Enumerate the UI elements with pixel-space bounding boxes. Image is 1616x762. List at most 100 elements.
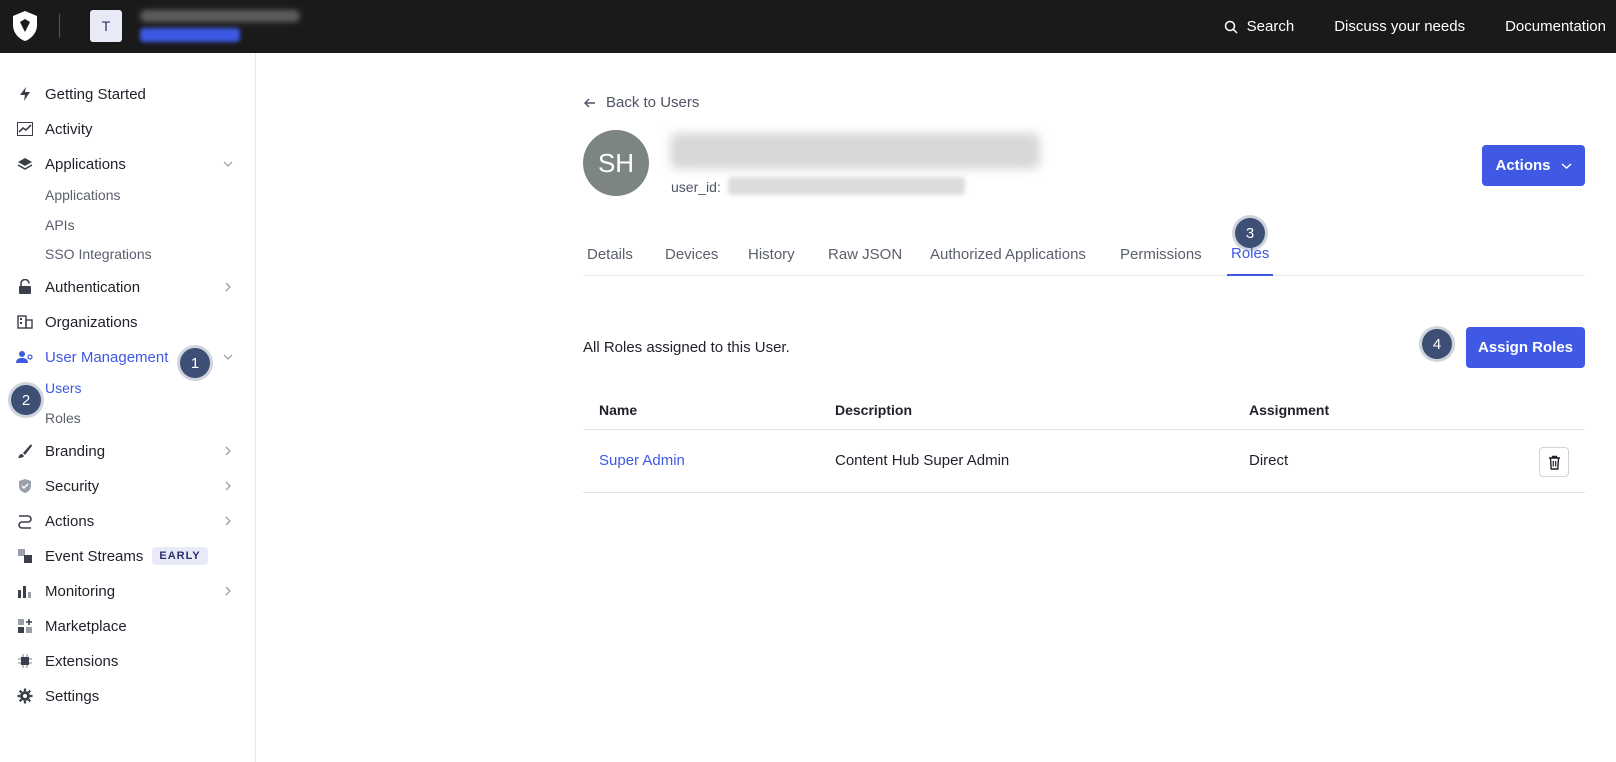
sidebar-item-label: Activity [45, 120, 93, 138]
shield-icon [16, 477, 34, 495]
sidebar-item-label: User Management [45, 348, 169, 366]
trash-icon [1548, 455, 1560, 470]
sidebar-sub-sso-integrations[interactable]: SSO Integrations [45, 243, 152, 265]
bar-chart-icon [16, 582, 34, 600]
chevron-down-icon [1561, 162, 1571, 169]
step-marker-1: 1 [180, 348, 210, 378]
documentation-link[interactable]: Documentation [1505, 18, 1606, 35]
early-badge: EARLY [152, 547, 208, 565]
tab-permissions[interactable]: Permissions [1116, 233, 1206, 276]
sidebar-item-label: Monitoring [45, 582, 116, 600]
arrow-left-icon [584, 98, 595, 107]
tab-roles[interactable]: Roles [1227, 233, 1274, 276]
step-marker-4: 4 [1422, 329, 1452, 359]
sidebar-item-label: Actions [45, 512, 95, 530]
chevron-right-icon [225, 282, 231, 292]
top-bar: T Search Discuss your needs Documentatio… [0, 0, 1616, 53]
bolt-icon [16, 85, 34, 103]
column-header-assignment: Assignment [1249, 402, 1330, 418]
actions-dropdown-button[interactable]: Actions [1482, 145, 1585, 186]
chip-icon [16, 652, 34, 670]
sidebar-sub-roles[interactable]: Roles [45, 407, 81, 429]
search-icon [1224, 20, 1238, 34]
tenant-name-redacted[interactable] [140, 10, 300, 22]
chevron-right-icon [225, 516, 231, 526]
sidebar-item-label: Authentication [45, 278, 141, 296]
tab-history[interactable]: History [744, 233, 799, 276]
sidebar-item-label: Security [45, 477, 100, 495]
flow-icon [16, 512, 34, 530]
role-description: Content Hub Super Admin [835, 452, 1010, 469]
top-nav: Search Discuss your needs Documentation [1224, 0, 1616, 53]
sidebar-item-label: Organizations [45, 313, 138, 331]
sidebar-item-extensions[interactable]: Extensions [16, 647, 236, 675]
sidebar-item-label: Branding [45, 442, 106, 460]
sidebar-item-monitoring[interactable]: Monitoring [16, 577, 236, 605]
sidebar-item-label: Marketplace [45, 617, 127, 635]
sidebar-item-getting-started[interactable]: Getting Started [16, 80, 236, 108]
user-email-redacted [670, 133, 1040, 169]
column-header-name: Name [599, 402, 638, 418]
sidebar-item-label: Event Streams [45, 547, 144, 565]
sidebar-sub-users[interactable]: Users [45, 377, 82, 399]
role-name-link[interactable]: Super Admin [599, 452, 685, 469]
sidebar-item-settings[interactable]: Settings [16, 682, 236, 710]
step-marker-2: 2 [11, 385, 41, 415]
sidebar-item-label: Extensions [45, 652, 119, 670]
chevron-down-icon [223, 161, 233, 167]
sidebar-sub-apis[interactable]: APIs [45, 214, 75, 236]
sidebar-item-applications[interactable]: Applications [16, 150, 236, 178]
stream-icon [16, 547, 34, 565]
roles-table: Name Description Assignment Super Admin … [583, 390, 1585, 493]
users-icon [16, 348, 34, 366]
sidebar-item-activity[interactable]: Activity [16, 115, 236, 143]
building-icon [16, 313, 34, 331]
tab-authorized-applications[interactable]: Authorized Applications [926, 233, 1090, 276]
roles-caption: All Roles assigned to this User. [583, 339, 790, 356]
delete-role-button[interactable] [1539, 447, 1569, 477]
sidebar-item-actions[interactable]: Actions [16, 507, 236, 535]
back-label: Back to Users [606, 94, 700, 111]
layers-icon [16, 155, 34, 173]
sidebar-item-label: Getting Started [45, 85, 146, 103]
user-tabs: Details Devices History Raw JSON Authori… [583, 233, 1585, 276]
sidebar-item-branding[interactable]: Branding [16, 437, 236, 465]
user-avatar: SH [583, 130, 649, 196]
sidebar-item-label: Settings [45, 687, 100, 705]
chevron-right-icon [225, 586, 231, 596]
sidebar-item-marketplace[interactable]: Marketplace [16, 612, 236, 640]
sidebar-item-authentication[interactable]: Authentication [16, 273, 236, 301]
top-divider [59, 14, 60, 38]
actions-label: Actions [1495, 157, 1551, 174]
user-id-value-redacted [728, 177, 965, 195]
chevron-right-icon [225, 446, 231, 456]
sidebar-sub-applications[interactable]: Applications [45, 184, 121, 206]
user-id-label: user_id: [671, 179, 721, 195]
gear-icon [16, 687, 34, 705]
shield-logo-icon[interactable] [11, 10, 39, 42]
trend-chart-icon [16, 120, 34, 138]
tab-details[interactable]: Details [583, 233, 637, 276]
tab-raw-json[interactable]: Raw JSON [824, 233, 906, 276]
grid-plus-icon [16, 617, 34, 635]
search-button[interactable]: Search [1224, 18, 1295, 35]
brush-icon [16, 442, 34, 460]
assign-roles-button[interactable]: Assign Roles [1466, 327, 1585, 368]
table-header-row: Name Description Assignment [583, 390, 1585, 430]
role-assignment: Direct [1249, 452, 1289, 469]
sidebar-item-organizations[interactable]: Organizations [16, 308, 236, 336]
table-row: Super Admin Content Hub Super Admin Dire… [583, 430, 1585, 493]
column-header-description: Description [835, 402, 913, 418]
tenant-avatar[interactable]: T [90, 10, 122, 42]
sidebar-item-event-streams[interactable]: Event Streams EARLY [16, 542, 236, 570]
tenant-environment-redacted[interactable] [140, 28, 240, 42]
lock-icon [16, 278, 34, 296]
back-to-users-link[interactable]: Back to Users [583, 94, 699, 111]
tab-devices[interactable]: Devices [661, 233, 722, 276]
search-label: Search [1246, 18, 1295, 35]
discuss-needs-link[interactable]: Discuss your needs [1334, 18, 1465, 35]
sidebar-item-label: Applications [45, 155, 126, 173]
chevron-down-icon [223, 354, 233, 360]
sidebar-item-security[interactable]: Security [16, 472, 236, 500]
chevron-right-icon [225, 481, 231, 491]
